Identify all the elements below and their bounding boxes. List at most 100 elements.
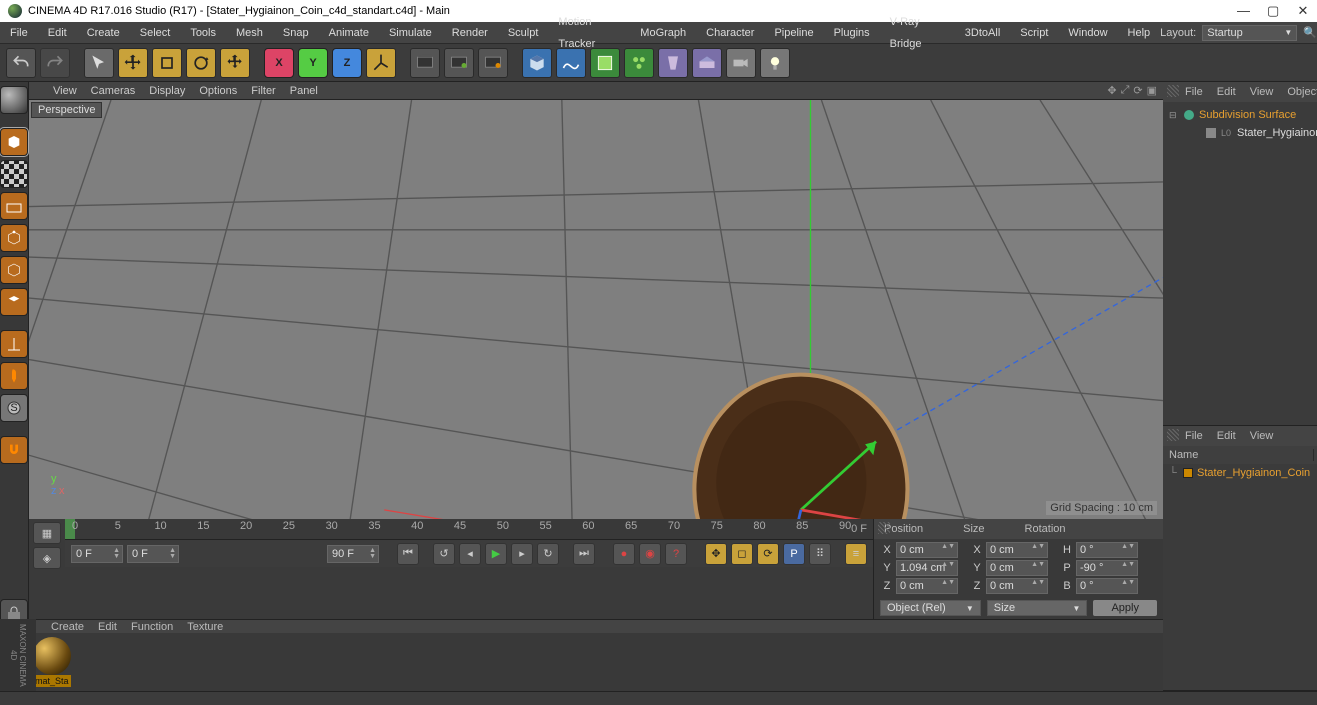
menu-pipeline[interactable]: Pipeline [764, 22, 823, 44]
add-mograph-button[interactable] [624, 48, 654, 78]
search-icon[interactable]: 🔍 [1303, 26, 1317, 40]
next-key-button[interactable]: ↻ [537, 543, 559, 565]
coord-system-button[interactable] [366, 48, 396, 78]
laymenu-file[interactable]: File [1185, 430, 1203, 442]
snap-button[interactable] [0, 436, 28, 464]
menu-edit[interactable]: Edit [38, 22, 77, 44]
size-mode-select[interactable]: Size▼ [987, 600, 1088, 616]
tweak-mode-button[interactable] [0, 362, 28, 390]
menu-file[interactable]: File [0, 22, 38, 44]
render-pv-button[interactable] [444, 48, 474, 78]
vpmenu-options[interactable]: Options [199, 85, 237, 97]
recent-tool[interactable] [220, 48, 250, 78]
make-editable-button[interactable] [0, 86, 28, 114]
redo-button[interactable] [40, 48, 70, 78]
next-frame-button[interactable]: ▸ [511, 543, 533, 565]
menu-select[interactable]: Select [130, 22, 181, 44]
add-generator-button[interactable] [590, 48, 620, 78]
panel-grip-icon[interactable] [878, 522, 890, 534]
rotate-tool[interactable] [186, 48, 216, 78]
layer-solo-toggle[interactable]: ● [1313, 464, 1317, 482]
objmenu-objects[interactable]: Objects [1287, 86, 1317, 98]
menu-animate[interactable]: Animate [319, 22, 379, 44]
vp-orbit-icon[interactable]: ⟳ [1133, 84, 1142, 97]
add-cube-button[interactable] [522, 48, 552, 78]
laymenu-edit[interactable]: Edit [1217, 430, 1236, 442]
key-param-button[interactable]: P [783, 543, 805, 565]
size-y-field[interactable]: 0 cm▲▼ [986, 560, 1048, 576]
timeline-tool-a[interactable]: ▦ [33, 522, 61, 544]
key-pos-button[interactable]: ✥ [705, 543, 727, 565]
tree-row-coin[interactable]: L0 Stater_Hygiainon_Coin [1165, 124, 1317, 142]
apply-button[interactable]: Apply [1093, 600, 1157, 616]
key-pla-button[interactable]: ⠿ [809, 543, 831, 565]
add-spline-button[interactable] [556, 48, 586, 78]
texture-mode-button[interactable] [0, 160, 28, 188]
layer-color-swatch[interactable] [1183, 468, 1193, 478]
prev-key-button[interactable]: ↺ [433, 543, 455, 565]
axis-tool-button[interactable] [0, 330, 28, 358]
menu-sculpt[interactable]: Sculpt [498, 22, 549, 44]
add-light-button[interactable] [760, 48, 790, 78]
rot-b-field[interactable]: 0 °▲▼ [1076, 578, 1138, 594]
vpmenu-cameras[interactable]: Cameras [91, 85, 136, 97]
matmenu-texture[interactable]: Texture [187, 621, 223, 633]
objmenu-view[interactable]: View [1250, 86, 1274, 98]
menu-mograph[interactable]: MoGraph [630, 22, 696, 44]
menu-simulate[interactable]: Simulate [379, 22, 442, 44]
vp-pan-icon[interactable]: ✥ [1107, 84, 1116, 97]
menu-vray[interactable]: V-Ray Bridge [880, 11, 955, 55]
prev-frame-button[interactable]: ◂ [459, 543, 481, 565]
tree-row-subdivision[interactable]: ⊟ Subdivision Surface [1165, 106, 1317, 124]
workplane-button[interactable] [0, 192, 28, 220]
edges-mode-button[interactable] [0, 256, 28, 284]
pos-y-field[interactable]: 1.094 cm▲▼ [896, 560, 958, 576]
size-z-field[interactable]: 0 cm▲▼ [986, 578, 1048, 594]
range-end-field[interactable]: 90 F▲▼ [327, 545, 379, 563]
keyselection-button[interactable]: ? [665, 543, 687, 565]
polygons-mode-button[interactable] [0, 288, 28, 316]
tree-expand-icon[interactable]: ⊟ [1169, 110, 1179, 121]
panel-grip-icon[interactable] [1167, 85, 1179, 97]
goto-start-button[interactable]: ⏮ [397, 543, 419, 565]
timeline-tool-b[interactable]: ◈ [33, 547, 61, 569]
add-deformer-button[interactable] [658, 48, 688, 78]
lock-z-axis[interactable]: Z [332, 48, 362, 78]
rot-p-field[interactable]: -90 °▲▼ [1076, 560, 1138, 576]
matmenu-edit[interactable]: Edit [98, 621, 117, 633]
vpmenu-view[interactable]: View [53, 85, 77, 97]
menu-character[interactable]: Character [696, 22, 764, 44]
vpmenu-display[interactable]: Display [149, 85, 185, 97]
live-select-tool[interactable] [84, 48, 114, 78]
render-settings-button[interactable] [478, 48, 508, 78]
matmenu-function[interactable]: Function [131, 621, 173, 633]
lock-x-axis[interactable]: X [264, 48, 294, 78]
matmenu-create[interactable]: Create [51, 621, 84, 633]
layout-select[interactable]: Startup▼ [1202, 25, 1297, 41]
move-tool[interactable] [118, 48, 148, 78]
viewport-solo-button[interactable]: S [0, 394, 28, 422]
vp-dolly-icon[interactable]: ⤢ [1121, 84, 1130, 97]
record-button[interactable]: ● [613, 543, 635, 565]
points-mode-button[interactable] [0, 224, 28, 252]
timeline-ruler[interactable]: 051015202530354045505560657075808590 0 F [65, 519, 873, 539]
pos-x-field[interactable]: 0 cm▲▼ [896, 542, 958, 558]
key-scale-button[interactable]: ◻ [731, 543, 753, 565]
goto-end-button[interactable]: ⏭ [573, 543, 595, 565]
model-mode-button[interactable] [0, 128, 28, 156]
layer-row[interactable]: └ Stater_Hygiainon_Coin ● ▣ ▦ ≡ 🔒 ◇ ⬡ [1163, 464, 1317, 482]
objmenu-edit[interactable]: Edit [1217, 86, 1236, 98]
add-camera-button[interactable] [726, 48, 756, 78]
undo-button[interactable] [6, 48, 36, 78]
menu-script[interactable]: Script [1010, 22, 1058, 44]
range-start-field[interactable]: 0 F▲▼ [71, 545, 123, 563]
coord-mode-select[interactable]: Object (Rel)▼ [880, 600, 981, 616]
size-x-field[interactable]: 0 cm▲▼ [986, 542, 1048, 558]
pos-z-field[interactable]: 0 cm▲▼ [896, 578, 958, 594]
autokey-button[interactable]: ◉ [639, 543, 661, 565]
perspective-viewport[interactable]: Perspective [29, 100, 1163, 519]
vp-maximize-icon[interactable]: ▣ [1147, 84, 1157, 97]
object-tree[interactable]: ⊟ Subdivision Surface L0 Stater_Hygiaino… [1163, 102, 1317, 425]
menu-help[interactable]: Help [1118, 22, 1161, 44]
panel-grip-icon[interactable] [1167, 429, 1179, 441]
